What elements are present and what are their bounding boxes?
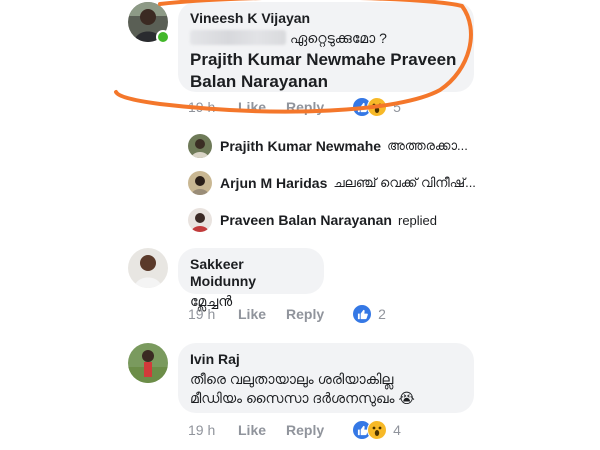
comment-bubble: Vineesh K Vijayan ഏറ്റെടുക്കുമോ ? Prajit… [178, 2, 474, 92]
online-status-dot [156, 30, 170, 44]
comment-text: ഏറ്റെടുക്കുമോ ? [190, 29, 462, 48]
comment-text-line: ഏറ്റെടുക്കുമോ ? [290, 30, 387, 46]
reply-snippet: അത്തരക്കാ... [387, 138, 468, 153]
comment-bubble: Ivin Raj തീരെ വലുതായാലും ശരിയാകില്ല മീഡി… [178, 343, 474, 413]
comments-panel: Vineesh K Vijayan ഏറ്റെടുക്കുമോ ? Prajit… [100, 0, 510, 450]
wow-reaction-icon [367, 420, 388, 440]
comment-text-line-2: മീഡിയം സൈസാ ദർശനസുഖം [190, 390, 395, 406]
reply-snippet: replied [397, 212, 438, 228]
comment-author[interactable]: Vineesh K Vijayan [190, 10, 462, 27]
reply-button[interactable]: Reply [286, 306, 324, 322]
reactions-summary[interactable]: 2 [352, 304, 386, 324]
reply-item[interactable]: Praveen Balan Narayanan replied [188, 208, 437, 232]
comment-author[interactable]: Ivin Raj [190, 351, 462, 368]
comment-time[interactable]: 19 h [188, 306, 238, 322]
reply-snippet: ചലഞ്ച് വെക്ക് വിനീഷ്... [333, 175, 476, 190]
tagged-names-line-1[interactable]: Prajith Kumar Newmahe Praveen [190, 49, 462, 71]
like-button[interactable]: Like [238, 306, 266, 322]
comment-time[interactable]: 19 h [188, 99, 238, 115]
comment-actions: 19 h Like Reply 5 [188, 97, 401, 117]
reply-author[interactable]: Praveen Balan Narayanan [220, 212, 392, 228]
like-reaction-icon [352, 304, 373, 324]
reply-author[interactable]: Prajith Kumar Newmahe [220, 138, 381, 154]
reply-item[interactable]: Arjun M Haridas ചലഞ്ച് വെക്ക് വിനീഷ്... [188, 171, 476, 195]
avatar[interactable] [188, 171, 212, 195]
comment-actions: 19 h Like Reply 2 [188, 304, 386, 324]
avatar[interactable] [128, 248, 168, 288]
reaction-count: 2 [378, 306, 386, 322]
comment-bubble: Sakkeer Moidunny മ്ലേച്ചൻ [178, 248, 324, 309]
avatar[interactable] [128, 343, 168, 383]
reactions-summary[interactable]: 5 [352, 97, 401, 117]
reply-item[interactable]: Prajith Kumar Newmahe അത്തരക്കാ... [188, 134, 468, 158]
like-button[interactable]: Like [238, 99, 266, 115]
comment-text-line: മീഡിയം സൈസാ ദർശനസുഖം 😭 [190, 389, 462, 408]
reply-author[interactable]: Arjun M Haridas [220, 175, 327, 191]
comment-time[interactable]: 19 h [188, 422, 238, 438]
tagged-names-line-2[interactable]: Balan Narayanan [190, 71, 462, 93]
avatar[interactable] [188, 208, 212, 232]
wow-reaction-icon [367, 97, 388, 117]
comment-text-line: തീരെ വലുതായാലും ശരിയാകില്ല [190, 371, 394, 387]
crying-emoji-icon: 😭 [398, 390, 415, 406]
reply-button[interactable]: Reply [286, 99, 324, 115]
reactions-summary[interactable]: 4 [352, 420, 401, 440]
like-button[interactable]: Like [238, 422, 266, 438]
comment-actions: 19 h Like Reply 4 [188, 420, 401, 440]
tagged-names[interactable]: Prajith Kumar Newmahe Praveen Balan Nara… [190, 49, 462, 93]
reaction-count: 4 [393, 422, 401, 438]
avatar[interactable] [188, 134, 212, 158]
reply-button[interactable]: Reply [286, 422, 324, 438]
blurred-text [190, 30, 286, 45]
reaction-count: 5 [393, 99, 401, 115]
comment-author[interactable]: Sakkeer Moidunny [190, 256, 312, 290]
